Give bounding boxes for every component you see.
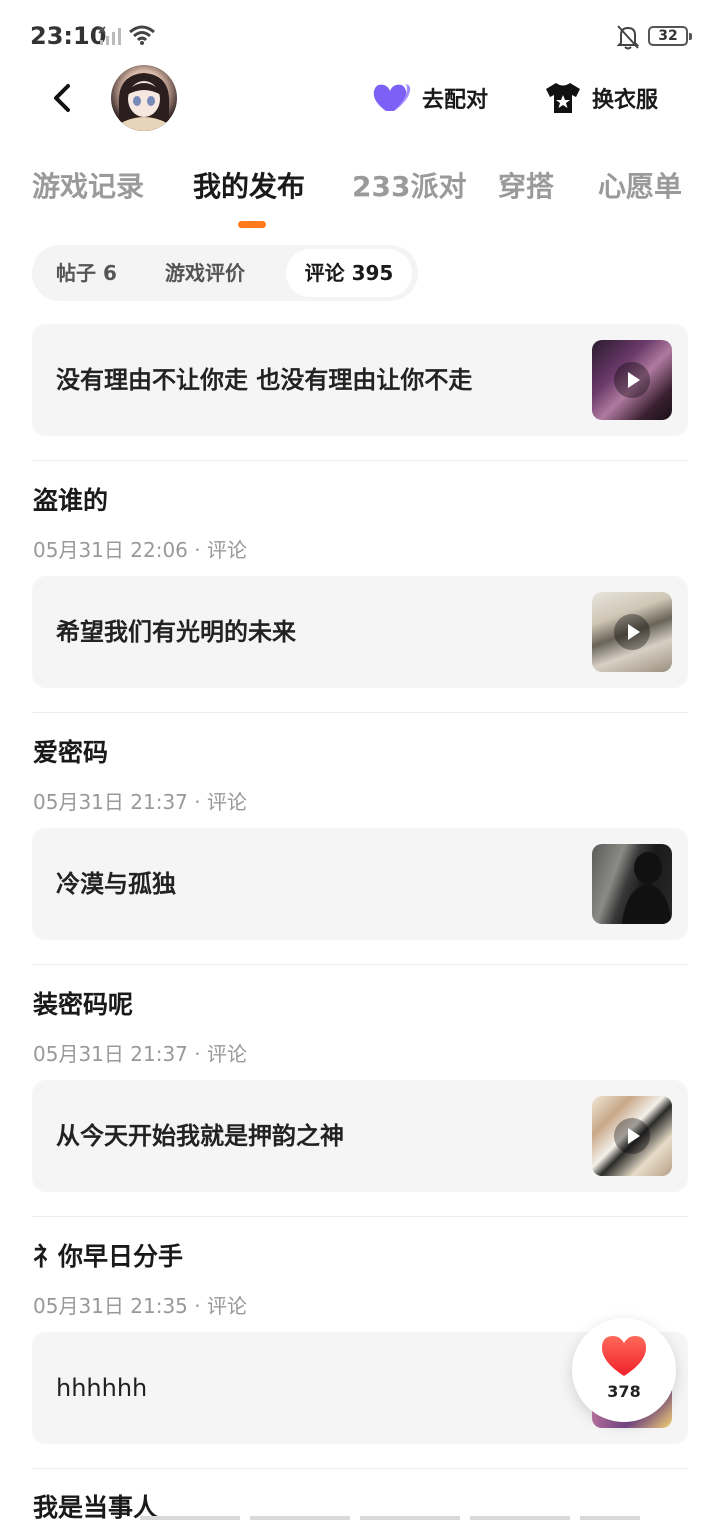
outfit-label: 换衣服 <box>592 88 659 113</box>
pair-label: 去配对 <box>422 88 489 113</box>
tab-game-records[interactable]: 游戏记录 <box>32 165 144 205</box>
bottom-edge <box>140 1516 640 1520</box>
profile-header: 去配对 换衣服 <box>0 60 720 140</box>
comment-text: 盗谁的 <box>33 486 109 515</box>
post-card-text: 冷漠与孤独 <box>56 870 176 898</box>
comment-meta: 05月31日 21:35 · 评论 <box>33 1294 247 1318</box>
divider <box>32 460 688 461</box>
pair-button[interactable]: 去配对 <box>372 80 488 116</box>
divider <box>32 1468 688 1469</box>
play-icon <box>614 614 650 650</box>
bell-muted-icon <box>616 25 640 50</box>
sub-tabs: 帖子 6 游戏评价 评论 395 <box>32 245 418 301</box>
like-button[interactable]: 378 <box>572 1318 676 1422</box>
tab-my-posts[interactable]: 我的发布 <box>193 165 305 205</box>
active-tab-indicator <box>238 221 266 228</box>
comment-meta: 05月31日 21:37 · 评论 <box>33 1042 247 1066</box>
avatar[interactable] <box>111 65 177 131</box>
post-thumbnail <box>592 592 672 672</box>
avatar-image <box>118 73 170 131</box>
back-icon[interactable] <box>44 78 84 118</box>
like-count: 378 <box>607 1382 641 1401</box>
tab-outfits[interactable]: 穿搭 <box>498 165 554 205</box>
signal-icon <box>98 26 121 45</box>
change-outfit-button[interactable]: 换衣服 <box>544 80 658 116</box>
play-icon <box>614 362 650 398</box>
main-tabs: 游戏记录 我的发布 233派对 穿搭 心愿单 <box>0 160 720 240</box>
silhouette-image <box>622 852 672 924</box>
post-card-text: hhhhhh <box>56 1374 148 1402</box>
comment-text: 礻你早日分手 <box>33 1242 184 1271</box>
tab-233-party[interactable]: 233派对 <box>352 165 466 205</box>
divider <box>32 1216 688 1217</box>
post-card-text: 希望我们有光明的未来 <box>56 618 296 646</box>
status-time: 23:10 <box>30 22 107 50</box>
post-card-text: 没有理由不让你走 也没有理由让你不走 <box>56 366 473 394</box>
post-thumbnail <box>592 844 672 924</box>
subtab-posts[interactable]: 帖子 6 <box>56 245 117 301</box>
battery-indicator: 32 <box>648 26 692 46</box>
comment-meta: 05月31日 21:37 · 评论 <box>33 790 247 814</box>
post-card-text: 从今天开始我就是押韵之神 <box>56 1122 344 1150</box>
post-card[interactable]: 冷漠与孤独 <box>32 828 688 940</box>
comment-text: 爱密码 <box>33 738 109 767</box>
tab-wishlist[interactable]: 心愿单 <box>598 165 682 205</box>
post-thumbnail <box>592 340 672 420</box>
comment-text: 装密码呢 <box>33 990 134 1019</box>
post-card[interactable]: 从今天开始我就是押韵之神 <box>32 1080 688 1192</box>
divider <box>32 964 688 965</box>
tshirt-icon <box>546 83 580 113</box>
heart-pair-icon <box>373 84 411 111</box>
post-card[interactable]: 希望我们有光明的未来 <box>32 576 688 688</box>
heart-icon <box>602 1336 646 1376</box>
post-thumbnail <box>592 1096 672 1176</box>
divider <box>32 712 688 713</box>
play-icon <box>614 1118 650 1154</box>
wifi-icon <box>129 25 155 45</box>
comment-meta: 05月31日 22:06 · 评论 <box>33 538 247 562</box>
post-card[interactable]: 没有理由不让你走 也没有理由让你不走 <box>32 324 688 436</box>
subtab-comments[interactable]: 评论 395 <box>286 249 412 297</box>
subtab-game-reviews[interactable]: 游戏评价 <box>165 245 245 301</box>
